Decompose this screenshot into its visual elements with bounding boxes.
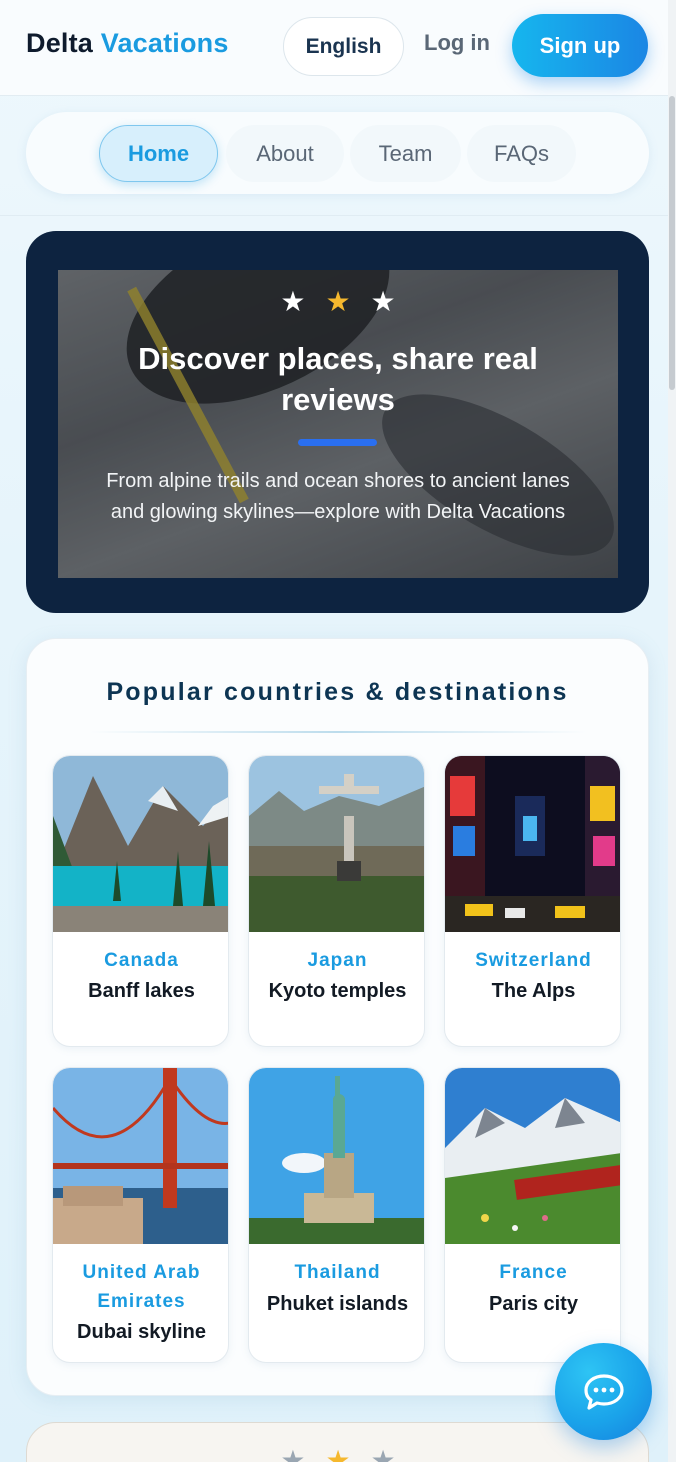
destination-country: Japan bbox=[307, 950, 368, 971]
statue-of-liberty-photo bbox=[249, 1068, 424, 1244]
destinations-heading: Popular countries & destinations bbox=[106, 678, 569, 706]
hero-rating-stars: ★ ★ ★ bbox=[0, 285, 676, 318]
star-icon: ★ bbox=[280, 286, 306, 317]
destination-country: Switzerland bbox=[475, 950, 592, 971]
star-icon: ★ bbox=[370, 1445, 396, 1462]
signup-button[interactable]: Sign up bbox=[512, 14, 648, 77]
destination-country: United Arab Emirates bbox=[82, 1262, 201, 1312]
hero-divider bbox=[298, 439, 377, 446]
golden-gate-photo bbox=[53, 1068, 228, 1244]
brand-name-first: Delta bbox=[26, 28, 94, 58]
mountain-lake-photo bbox=[53, 756, 228, 932]
destination-place: Kyoto temples bbox=[268, 980, 407, 1002]
destination-place: Phuket islands bbox=[266, 1293, 409, 1315]
destination-card-france[interactable]: France Paris city bbox=[444, 1067, 621, 1363]
language-button[interactable]: English bbox=[283, 17, 404, 76]
brand-logo[interactable]: Delta Vacations bbox=[26, 28, 229, 59]
destination-card-thailand[interactable]: Thailand Phuket islands bbox=[248, 1067, 425, 1363]
destination-place: Dubai skyline bbox=[77, 1321, 206, 1343]
hero-title: Discover places, share real reviews bbox=[138, 341, 538, 417]
nav-faqs[interactable]: FAQs bbox=[467, 125, 576, 182]
next-section-stars: ★ ★ ★ bbox=[0, 1444, 676, 1462]
star-icon: ★ bbox=[325, 286, 351, 317]
nav-home[interactable]: Home bbox=[99, 125, 218, 182]
destination-country: Thailand bbox=[294, 1262, 381, 1283]
christ-statue-photo bbox=[249, 756, 424, 932]
chat-button[interactable] bbox=[555, 1343, 652, 1440]
login-link[interactable]: Log in bbox=[424, 30, 490, 56]
scrollbar-thumb[interactable] bbox=[669, 96, 675, 390]
heading-divider bbox=[90, 731, 586, 733]
nav-about[interactable]: About bbox=[226, 125, 344, 182]
destination-place: Banff lakes bbox=[88, 980, 195, 1002]
alpine-train-photo bbox=[445, 1068, 620, 1244]
destination-card-japan[interactable]: Japan Kyoto temples bbox=[248, 755, 425, 1047]
destination-place: Paris city bbox=[489, 1293, 578, 1315]
nav-team[interactable]: Team bbox=[350, 125, 461, 182]
destination-card-uae[interactable]: United Arab Emirates Dubai skyline bbox=[52, 1067, 229, 1363]
brand-name-second: Vacations bbox=[100, 28, 229, 58]
star-icon: ★ bbox=[325, 1445, 351, 1462]
top-header: Delta Vacations English Log in Sign up bbox=[0, 0, 676, 96]
page-scrollbar[interactable] bbox=[668, 0, 676, 1462]
star-icon: ★ bbox=[280, 1445, 306, 1462]
destination-card-canada[interactable]: Canada Banff lakes bbox=[52, 755, 229, 1047]
hero-subtitle: From alpine trails and ocean shores to a… bbox=[106, 470, 570, 523]
destination-country: France bbox=[499, 1262, 568, 1283]
chat-bubble-icon bbox=[583, 1373, 624, 1410]
times-square-photo bbox=[445, 756, 620, 932]
destination-country: Canada bbox=[104, 950, 179, 971]
destination-card-switzerland[interactable]: Switzerland The Alps bbox=[444, 755, 621, 1047]
star-icon: ★ bbox=[370, 286, 396, 317]
destination-place: The Alps bbox=[491, 980, 576, 1002]
